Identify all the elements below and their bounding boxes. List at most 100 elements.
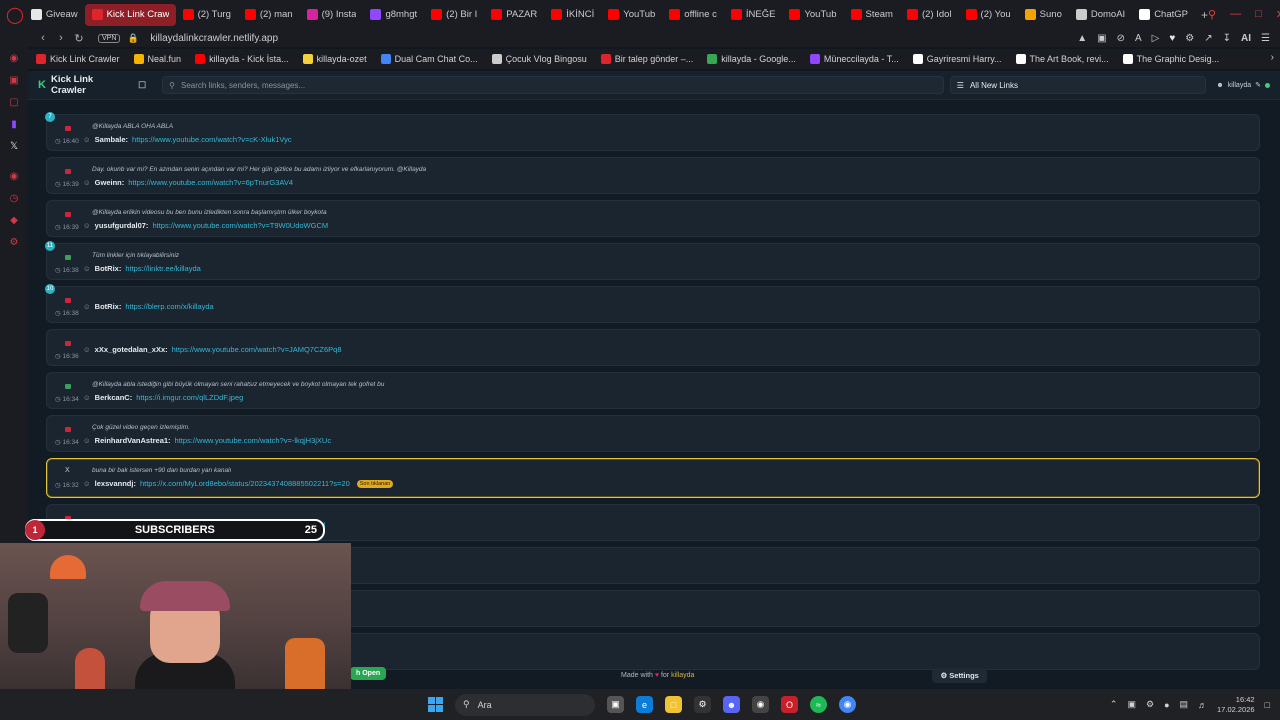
discord-icon[interactable]: ☻ — [723, 696, 740, 713]
link-row[interactable]: ◷ 16:34 @Killayda abla istediğin gibi büy… — [46, 372, 1260, 409]
link-url[interactable]: https://www.youtube.com/watch?v=-lkqjH3j… — [175, 436, 332, 445]
taskbar-search[interactable]: ⚲ Ara — [455, 693, 595, 716]
reload-icon[interactable]: ↻ — [70, 32, 88, 45]
mic-icon[interactable]: ● — [1164, 700, 1169, 710]
bookmark-item[interactable]: killayda - Kick İsta... — [195, 54, 289, 64]
link-url[interactable]: https://blerp.com/x/killayda — [125, 302, 213, 311]
bookmarks-more-icon[interactable]: › — [1271, 52, 1274, 63]
settings-button[interactable]: ⚙ Settings — [932, 667, 987, 683]
link-row[interactable]: X ◷ 16:32 buna bir bak istersen +90 dan bu… — [46, 458, 1260, 498]
windows-start-icon[interactable] — [428, 697, 443, 712]
link-url[interactable]: https://x.com/MyLord8ebo/status/20234374… — [140, 479, 350, 488]
link-url[interactable]: https://linktr.ee/killayda — [125, 264, 200, 273]
clock[interactable]: 16:42 17.02.2026 — [1217, 695, 1255, 715]
url-field[interactable]: killaydalinkcrawler.netlify.app — [150, 33, 278, 44]
maximize-icon[interactable]: □ — [1255, 8, 1262, 21]
browser-tab[interactable]: DomoAI — [1069, 4, 1132, 26]
sidebar-twitch-icon[interactable]: ▮ — [8, 119, 20, 131]
task-view-icon[interactable]: ▣ — [607, 696, 624, 713]
browser-tab[interactable]: İNEĞE — [724, 4, 783, 26]
browser-tab[interactable]: offline c — [662, 4, 724, 26]
link-row[interactable]: 7 ◷ 16:40 @Killayda ABLA OHA ABLA ☺ Sambale:… — [45, 112, 1260, 151]
minimize-icon[interactable]: — — [1230, 8, 1241, 21]
sidebar-settings-icon[interactable]: ⚙ — [8, 237, 20, 249]
bookmark-item[interactable]: Dual Cam Chat Co... — [380, 54, 478, 64]
browser-tab[interactable]: Steam — [844, 4, 900, 26]
bookmark-item[interactable]: Müneccilayda - T... — [809, 54, 899, 64]
browser-tab[interactable]: (2) Idol — [900, 4, 959, 26]
volume-icon[interactable]: ♬ — [1198, 700, 1207, 710]
close-icon[interactable]: ✕ — [1276, 8, 1280, 21]
browser-tab[interactable]: İKİNCİ — [544, 4, 601, 26]
filter-select[interactable]: ☰ All New Links — [949, 76, 1207, 94]
browser-tab[interactable]: g8mhgt — [363, 4, 424, 26]
tray-chevron-icon[interactable]: ⌃ — [1110, 699, 1118, 710]
link-row[interactable]: 10 ◷ 16:38 ☺ BotRix: https://blerp.com/x/kil… — [45, 284, 1260, 323]
browser-tab[interactable]: PAZAR — [484, 4, 544, 26]
block-icon[interactable]: ⊘ — [1117, 33, 1125, 44]
browser-tab[interactable]: YouTub — [601, 4, 662, 26]
open-button[interactable]: h Open — [350, 667, 387, 680]
browser-tab[interactable]: (2) Bir I — [424, 4, 484, 26]
browser-tab[interactable]: ChatGP — [1132, 4, 1195, 26]
opera-logo-icon[interactable]: ◯ — [6, 0, 24, 29]
spotify-icon[interactable]: ≈ — [810, 696, 827, 713]
ai-button[interactable]: AI — [1241, 33, 1251, 44]
bookmark-item[interactable]: Gayriresmi Harry... — [912, 54, 1002, 64]
snapshot-icon[interactable]: ▣ — [1097, 33, 1106, 44]
browser-tab[interactable]: (2) Turg — [176, 4, 238, 26]
sidebar-home-icon[interactable]: ◉ — [8, 53, 20, 65]
search-tabs-icon[interactable]: ⚲ — [1208, 8, 1216, 21]
sidebar-player-icon[interactable]: ◉ — [8, 171, 20, 183]
extensions-icon[interactable]: ⚙ — [1185, 33, 1194, 44]
play-icon[interactable]: ▷ — [1152, 33, 1160, 44]
forward-icon[interactable]: › — [52, 32, 70, 44]
link-url[interactable]: https://www.youtube.com/watch?v=cK-Xluk1… — [132, 135, 292, 144]
sidebar-history-icon[interactable]: ◷ — [8, 193, 20, 205]
edge-icon[interactable]: e — [636, 696, 653, 713]
new-tab-icon[interactable]: + — [1201, 8, 1208, 22]
link-url[interactable]: https://www.youtube.com/watch?v=T9W0UdoW… — [152, 221, 328, 230]
link-url[interactable]: https://i.imgur.com/qlLZDdF.jpeg — [136, 393, 243, 402]
bookmark-item[interactable]: Bir talep gönder –... — [600, 54, 693, 64]
bookmark-item[interactable]: Çocuk Vlog Bingosu — [491, 54, 587, 64]
link-row[interactable]: ◷ 16:39 @Killayda erlikin videosu bu ben … — [46, 200, 1260, 237]
tray-app-icon[interactable]: ▣ — [1127, 699, 1136, 710]
link-url[interactable]: https://www.youtube.com/watch?v=JAMQ7CZ6… — [172, 345, 342, 354]
steam-icon[interactable]: ⚙ — [694, 696, 711, 713]
link-row[interactable]: ◷ 16:36 ☺ xXx_gotedalan_xXx: https://www.yo… — [46, 329, 1260, 366]
heart-icon[interactable]: ♥ — [1169, 33, 1175, 44]
browser-tab[interactable]: Suno — [1018, 4, 1069, 26]
browser-tab[interactable]: Giveaw — [24, 4, 85, 26]
bookmark-item[interactable]: killayda-ozet — [302, 54, 367, 64]
link-row[interactable]: ◷ 16:39 Day. okunb var mi? En azından sen… — [46, 157, 1260, 194]
sidebar-x-icon[interactable]: 𝕏 — [8, 141, 20, 153]
browser-tab[interactable]: Kick Link Crawl — [84, 3, 176, 26]
sidebar-extensions-icon[interactable]: ◆ — [8, 215, 20, 227]
download-icon[interactable]: ↧ — [1223, 33, 1231, 44]
browser-tab[interactable]: (9) Insta — [300, 4, 364, 26]
link-url[interactable]: https://www.youtube.com/watch?v=6pTnurG3… — [128, 178, 293, 187]
sidebar-mail-icon[interactable]: ▢ — [8, 97, 20, 109]
opera-taskbar-icon[interactable]: O — [781, 696, 798, 713]
file-explorer-icon[interactable]: □ — [665, 696, 682, 713]
pin-icon[interactable]: ▲ — [1077, 33, 1087, 44]
link-row[interactable]: ◷ 16:34 Çok güzel video geçen izlemiştim.… — [46, 415, 1260, 452]
share-icon[interactable]: ↗ — [1204, 33, 1212, 44]
notifications-icon[interactable]: □ — [1265, 700, 1270, 710]
notification-icon[interactable]: ☐ — [138, 80, 146, 91]
sidebar-messenger-icon[interactable]: ▣ — [8, 75, 20, 87]
tray-steam-icon[interactable]: ⚙ — [1146, 699, 1154, 710]
browser-tab[interactable]: (2) man — [238, 4, 300, 26]
browser-tab[interactable]: YouTub — [782, 4, 843, 26]
link-row[interactable]: 11 ◷ 16:38 Tüm linkler için tıklayabilirsi… — [45, 241, 1260, 280]
browser-tab[interactable]: (2) You — [959, 4, 1018, 26]
network-icon[interactable]: ▤ — [1180, 699, 1189, 710]
back-icon[interactable]: ‹ — [34, 32, 52, 44]
edit-icon[interactable]: ✎ — [1255, 81, 1261, 89]
vpn-badge[interactable]: VPN — [98, 33, 121, 43]
bookmark-item[interactable]: Neal.fun — [133, 54, 181, 64]
search-input[interactable]: ⚲ Search links, senders, messages... — [162, 76, 944, 94]
translate-icon[interactable]: A — [1135, 33, 1142, 44]
bookmark-item[interactable]: The Graphic Desig... — [1122, 54, 1219, 64]
